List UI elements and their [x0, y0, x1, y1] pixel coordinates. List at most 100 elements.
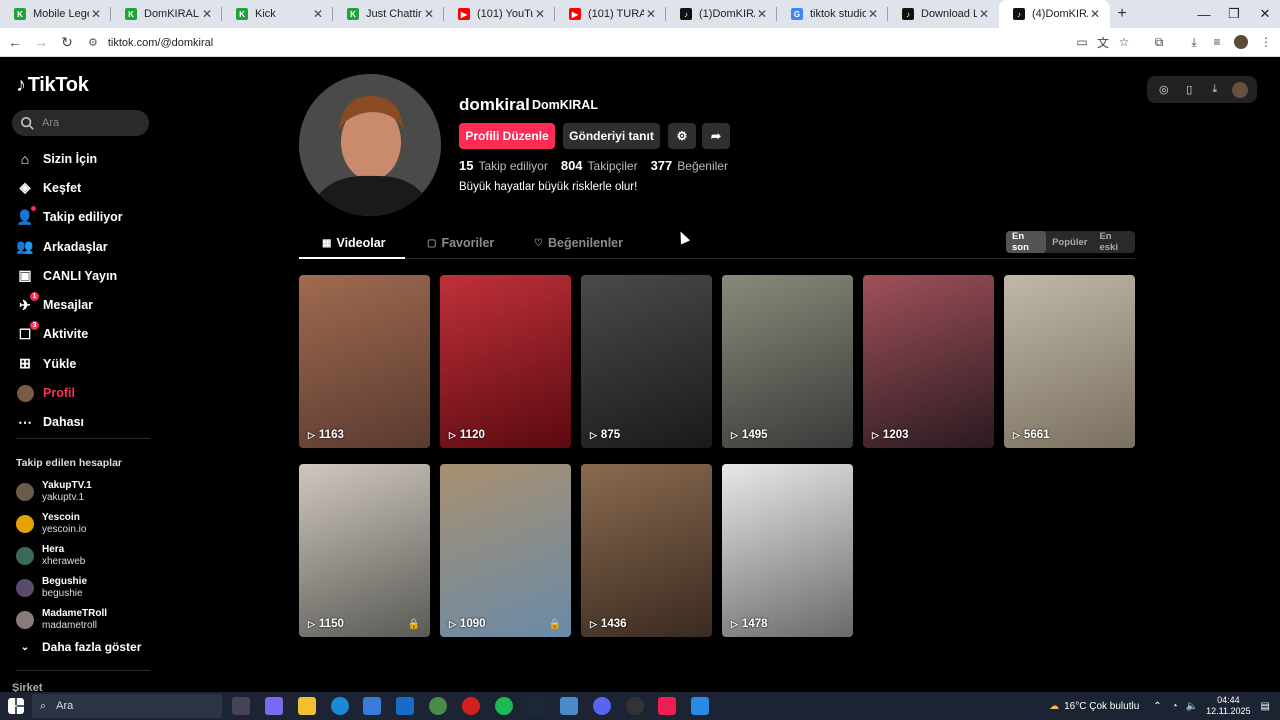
- sidebar-item-live[interactable]: ▣ CANLI Yayın: [16, 261, 166, 290]
- reading-list-icon[interactable]: ≡: [1208, 33, 1226, 51]
- taskbar-search[interactable]: ⌕ Ara: [32, 694, 222, 718]
- network-icon[interactable]: ◔: [1172, 701, 1178, 712]
- downloads-icon[interactable]: ⤓: [1185, 33, 1203, 51]
- sidebar-item-more-dots[interactable]: ⋯ Dahası: [16, 408, 166, 437]
- volume-icon[interactable]: 🔈: [1186, 701, 1198, 712]
- store-icon[interactable]: [363, 697, 381, 715]
- show-more-button[interactable]: ⌄ Daha fazla göster: [16, 640, 142, 654]
- share-profile-button[interactable]: ➦: [702, 123, 730, 149]
- tab-favorites[interactable]: ▢ Favoriler: [427, 236, 494, 250]
- file-explorer-icon[interactable]: [298, 697, 316, 715]
- followed-account[interactable]: Yescoin yescoin.io: [16, 508, 166, 540]
- tab-close-icon[interactable]: ✕: [200, 7, 214, 21]
- discord-icon[interactable]: [593, 697, 611, 715]
- followers-stat[interactable]: 804 Takipçiler: [561, 158, 638, 173]
- tab-close-icon[interactable]: ✕: [644, 7, 658, 21]
- notifications-icon[interactable]: ▤: [1261, 701, 1270, 712]
- tray-expand-icon[interactable]: ⌃: [1153, 701, 1161, 712]
- video-thumbnail[interactable]: ▷ 1090 🔒: [440, 464, 571, 637]
- sidebar-item-upload[interactable]: ⊞ Yükle: [16, 349, 166, 378]
- close-window-icon[interactable]: ✕: [1250, 0, 1280, 28]
- browser-tab[interactable]: K DomKIRAL Stream ✕: [111, 0, 222, 28]
- bookmark-star-icon[interactable]: ☆: [1115, 33, 1133, 51]
- sort-latest[interactable]: En son: [1006, 231, 1047, 253]
- device-icon[interactable]: ▯: [1180, 81, 1198, 99]
- sidebar-item-compass[interactable]: ◈ Keşfet: [16, 173, 166, 202]
- windows-start-icon[interactable]: [8, 698, 24, 714]
- tab-close-icon[interactable]: ✕: [422, 7, 436, 21]
- tab-close-icon[interactable]: ✕: [1088, 7, 1102, 21]
- clock[interactable]: 04:44 12.11.2025: [1206, 695, 1250, 717]
- browser-menu-icon[interactable]: ⋮: [1257, 33, 1275, 51]
- maximize-icon[interactable]: ❐: [1219, 0, 1249, 28]
- sidebar-item-profile-avatar[interactable]: Profil: [16, 378, 166, 407]
- coin-icon[interactable]: ◎: [1155, 81, 1173, 99]
- sort-popular[interactable]: Popüler: [1046, 231, 1093, 253]
- video-thumbnail[interactable]: ▷ 1436: [581, 464, 712, 637]
- url-field[interactable]: ⚙ tiktok.com/@domkiral: [80, 31, 1070, 54]
- tab-close-icon[interactable]: ✕: [311, 7, 325, 21]
- browser-tab[interactable]: G tiktok studio indir ✕: [777, 0, 888, 28]
- install-app-icon[interactable]: ▭: [1073, 33, 1091, 51]
- forward-icon[interactable]: →: [30, 31, 52, 53]
- browser-tab[interactable]: K Just Chatting Strea ✕: [333, 0, 444, 28]
- download-icon[interactable]: ⤓: [1206, 81, 1224, 99]
- sidebar-item-friends[interactable]: 👥 Arkadaşlar: [16, 232, 166, 261]
- sidebar-item-activity[interactable]: ☐ 3 Aktivite: [16, 320, 166, 349]
- profile-avatar[interactable]: [299, 74, 441, 216]
- tab-liked[interactable]: ♡ Beğenilenler: [534, 236, 623, 250]
- browser-tab[interactable]: K Kick ✕: [222, 0, 333, 28]
- browser-tab[interactable]: K Mobile Legends: Ba ✕: [0, 0, 111, 28]
- weather-text[interactable]: 16°C Çok bulutlu: [1064, 701, 1139, 712]
- followed-account[interactable]: MadameTRoll madametroll: [16, 604, 166, 636]
- steam-icon[interactable]: [527, 697, 545, 715]
- video-thumbnail[interactable]: ▷ 5661: [1004, 275, 1135, 448]
- followed-account[interactable]: Begushie begushie: [16, 572, 166, 604]
- translate-icon[interactable]: 文: [1094, 33, 1112, 51]
- sidebar-item-messages[interactable]: ✈ 1 Mesajlar: [16, 290, 166, 319]
- video-thumbnail[interactable]: ▷ 1478: [722, 464, 853, 637]
- tab-videos[interactable]: ▦ Videolar: [322, 236, 386, 250]
- browser-tab[interactable]: ▶ (101) YouTube ✕: [444, 0, 555, 28]
- mail-icon[interactable]: [396, 697, 414, 715]
- video-thumbnail[interactable]: ▷ 1203: [863, 275, 994, 448]
- obs-icon[interactable]: [626, 697, 644, 715]
- copilot-icon[interactable]: [265, 697, 283, 715]
- app-icon[interactable]: [560, 697, 578, 715]
- profile-avatar-icon[interactable]: [1232, 33, 1250, 51]
- browser-tab[interactable]: ♪ (1)DomKIRAL (@do ✕: [666, 0, 777, 28]
- account-avatar[interactable]: [1231, 81, 1249, 99]
- live-studio-icon[interactable]: [691, 697, 709, 715]
- tab-close-icon[interactable]: ✕: [977, 7, 991, 21]
- video-thumbnail[interactable]: ▷ 1163: [299, 275, 430, 448]
- promote-post-button[interactable]: Gönderiyi tanıt: [563, 123, 660, 149]
- tab-close-icon[interactable]: ✕: [866, 7, 880, 21]
- video-thumbnail[interactable]: ▷ 1150 🔒: [299, 464, 430, 637]
- video-thumbnail[interactable]: ▷ 1495: [722, 275, 853, 448]
- tab-close-icon[interactable]: ✕: [89, 7, 103, 21]
- tab-close-icon[interactable]: ✕: [533, 7, 547, 21]
- reload-icon[interactable]: ↻: [56, 31, 78, 53]
- following-stat[interactable]: 15 Takip ediliyor: [459, 158, 548, 173]
- tiktok-app-icon[interactable]: [658, 697, 676, 715]
- sort-oldest[interactable]: En eski: [1093, 231, 1135, 253]
- browser-tab[interactable]: ♪ Download LIVE Stu ✕: [888, 0, 999, 28]
- settings-gear-button[interactable]: ⚙: [668, 123, 696, 149]
- tiktok-logo[interactable]: ♪ TikTok: [16, 74, 89, 97]
- browser-tab[interactable]: ♪ (4)DomKIRAL (@do ✕: [999, 0, 1110, 28]
- back-icon[interactable]: ←: [4, 31, 26, 53]
- chrome-icon[interactable]: [429, 697, 447, 715]
- site-info-icon[interactable]: ⚙: [88, 36, 98, 49]
- task-view-icon[interactable]: [232, 697, 250, 715]
- followed-account[interactable]: YakupTV.1 yakuptv.1: [16, 476, 166, 508]
- extensions-icon[interactable]: ⧉: [1150, 33, 1168, 51]
- edit-profile-button[interactable]: Profili Düzenle: [459, 123, 555, 149]
- browser-tab[interactable]: ▶ (101) TURAN - DC ✕: [555, 0, 666, 28]
- sidebar-item-following[interactable]: 👤 Takip ediliyor: [16, 203, 166, 232]
- new-tab-icon[interactable]: +: [1110, 0, 1134, 28]
- followed-account[interactable]: Hera xheraweb: [16, 540, 166, 572]
- video-thumbnail[interactable]: ▷ 875: [581, 275, 712, 448]
- minimize-icon[interactable]: —: [1189, 0, 1219, 28]
- tab-close-icon[interactable]: ✕: [755, 7, 769, 21]
- edge-icon[interactable]: [331, 697, 349, 715]
